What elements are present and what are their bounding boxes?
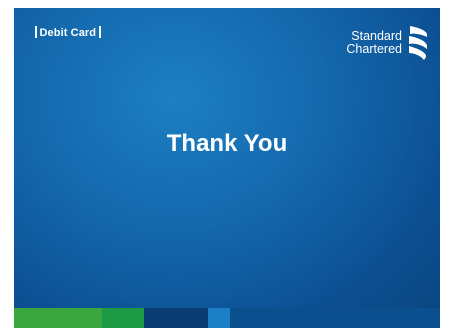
brand-stripe — [14, 308, 440, 328]
slide: Debit Card Standard Chartered Thank You — [14, 8, 440, 328]
stripe-segment-navy — [144, 308, 208, 328]
standard-chartered-logo: Standard Chartered — [346, 24, 430, 62]
stripe-segment-green-light — [14, 308, 102, 328]
badge-label: Debit Card — [39, 27, 97, 39]
stripe-segment-blue — [208, 308, 230, 328]
sc-swoosh-icon — [409, 26, 427, 60]
badge-bar-right — [99, 26, 101, 38]
logo-text: Standard Chartered — [346, 30, 402, 56]
logo-line-2: Chartered — [346, 42, 402, 56]
debit-card-badge: Debit Card — [32, 26, 104, 39]
stripe-segment-dark-blue — [230, 308, 440, 328]
stripe-segment-green — [102, 308, 144, 328]
badge-bar-left — [35, 26, 37, 38]
page-title: Thank You — [166, 130, 288, 157]
